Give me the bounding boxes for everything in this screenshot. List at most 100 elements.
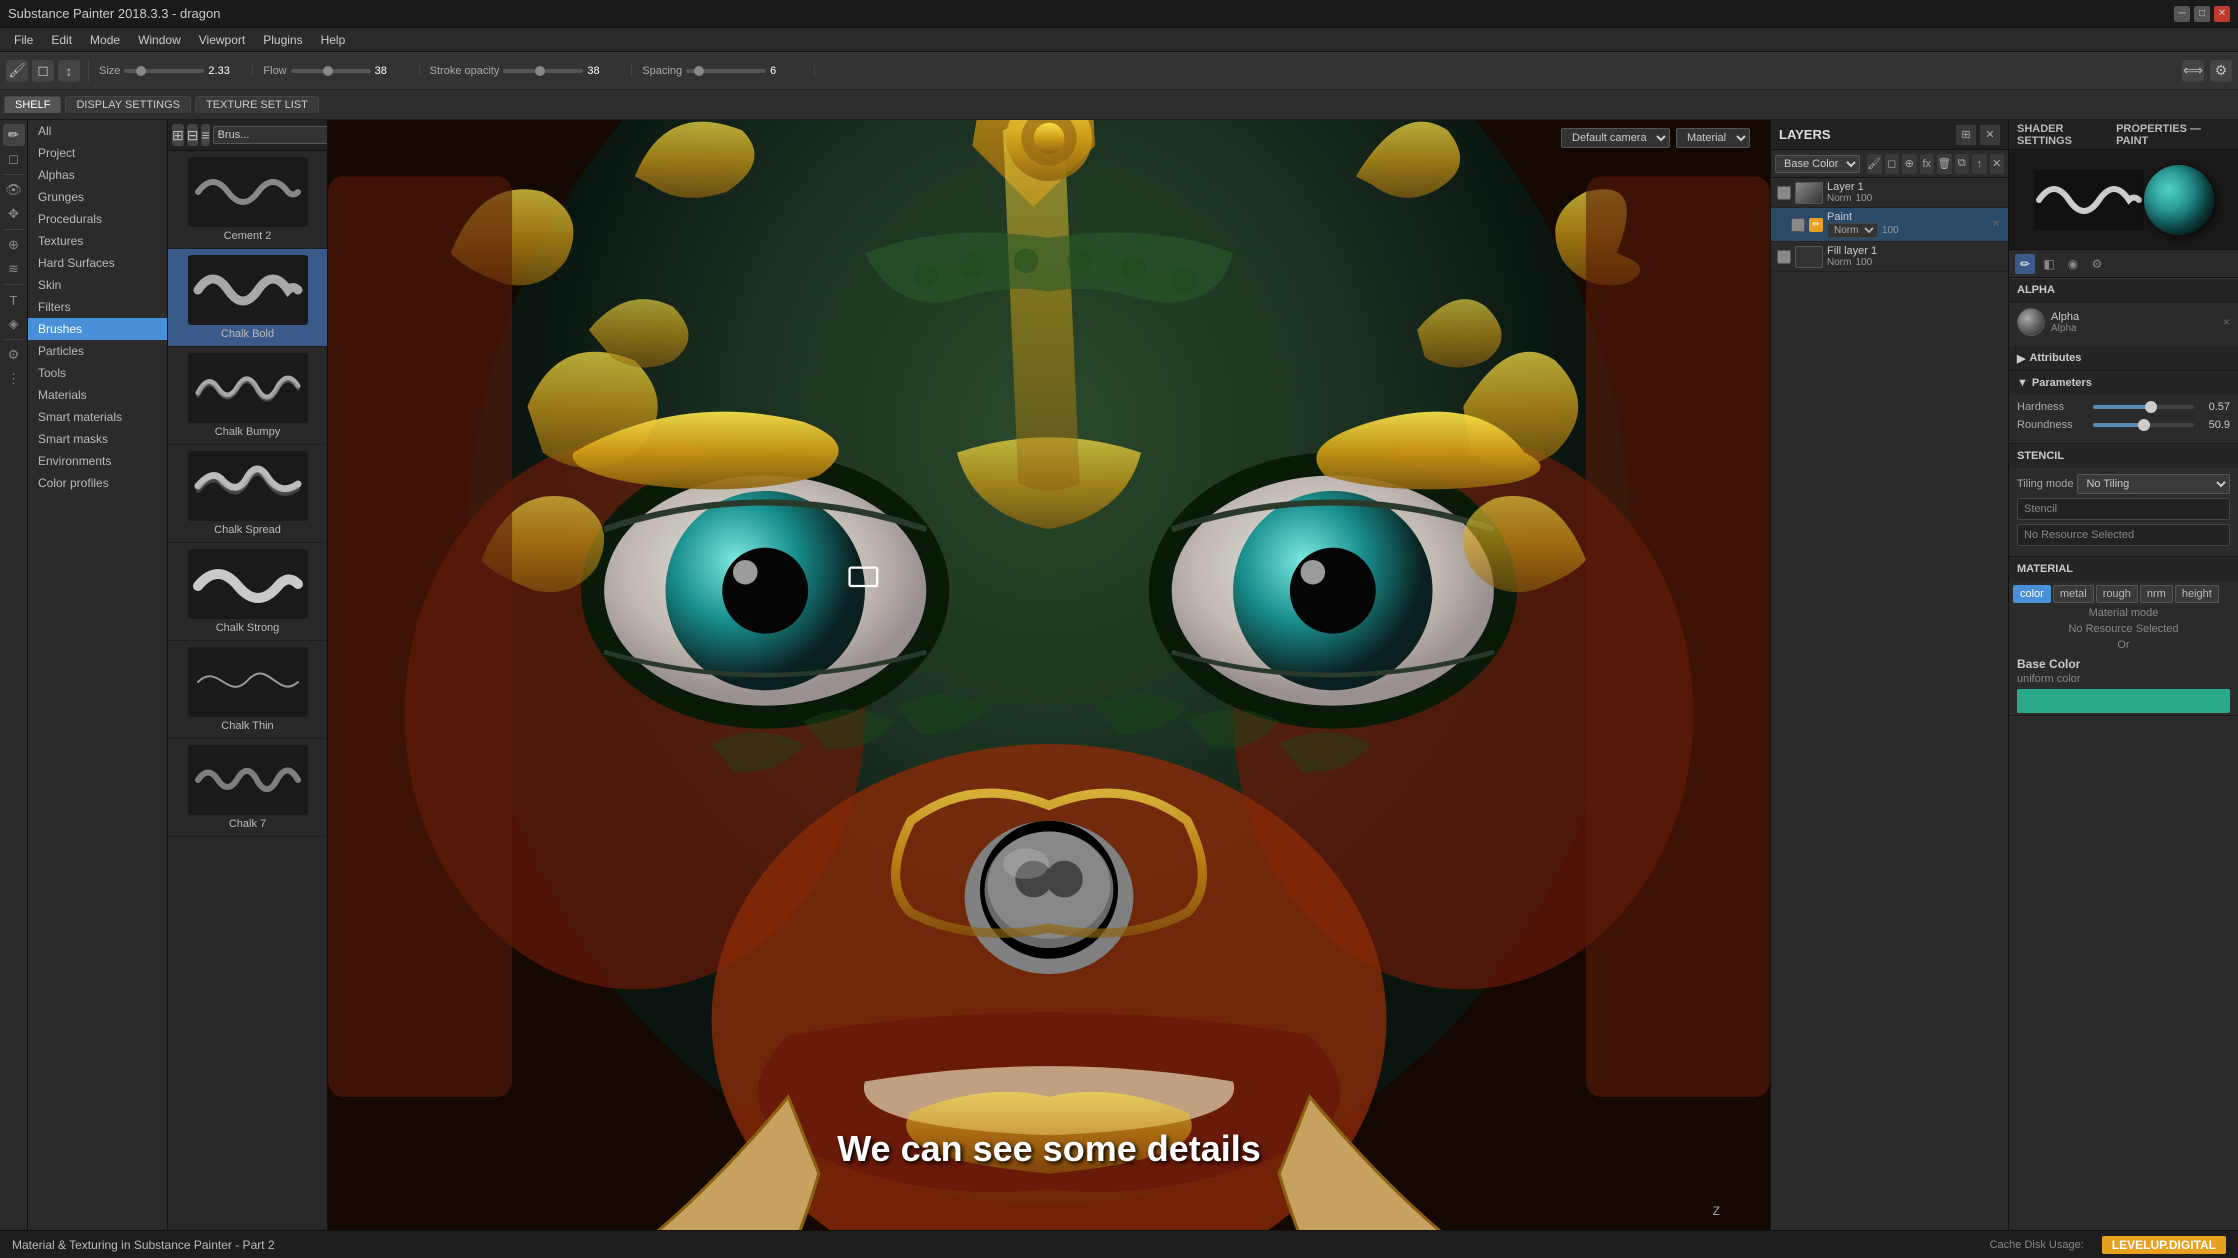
material-tab-rough[interactable]: rough — [2096, 585, 2138, 603]
menu-edit[interactable]: Edit — [43, 31, 80, 49]
asset-environments[interactable]: Environments — [28, 450, 167, 472]
settings-btn[interactable]: ⚙ — [3, 344, 25, 366]
asset-brushes[interactable]: Brushes — [28, 318, 167, 340]
layer-1-vis[interactable] — [1777, 186, 1791, 200]
parameters-header[interactable]: ▼ Parameters — [2009, 371, 2238, 395]
layer-trash-btn[interactable]: ✕ — [1990, 154, 2005, 174]
hardness-slider[interactable] — [2093, 405, 2194, 409]
color-swatch[interactable] — [2017, 689, 2230, 713]
size-slider[interactable] — [124, 69, 204, 73]
roundness-slider[interactable] — [2093, 423, 2194, 427]
stroke-slider[interactable] — [503, 69, 583, 73]
move-btn[interactable]: ✥ — [3, 203, 25, 225]
asset-materials[interactable]: Materials — [28, 384, 167, 406]
more-btn[interactable]: ⋮ — [3, 368, 25, 390]
paint-properties-icon[interactable]: ✏ — [2015, 254, 2035, 274]
asset-filters[interactable]: Filters — [28, 296, 167, 318]
layer-add-paint-btn[interactable]: 🖌 — [1867, 154, 1882, 174]
asset-tools[interactable]: Tools — [28, 362, 167, 384]
layer-fill-1[interactable]: Fill layer 1 Norm 100 — [1771, 242, 2008, 272]
stencil-header[interactable]: STENCIL — [2009, 444, 2238, 468]
spacing-slider[interactable] — [686, 69, 766, 73]
brush-chalk-bumpy[interactable]: Chalk Bumpy — [168, 347, 327, 445]
layer-add-fill-btn[interactable]: ◻ — [1885, 154, 1900, 174]
shelf-tab-display[interactable]: DISPLAY SETTINGS — [65, 96, 191, 113]
material-tab-nrm[interactable]: nrm — [2140, 585, 2173, 603]
layer-delete-btn[interactable]: 🗑 — [1937, 154, 1952, 174]
menu-window[interactable]: Window — [130, 31, 189, 49]
layer-fill-vis[interactable] — [1777, 250, 1791, 264]
minimize-btn[interactable]: ─ — [2174, 6, 2190, 22]
brush-chalk-spread[interactable]: Chalk Spread — [168, 445, 327, 543]
material-tab-height[interactable]: height — [2175, 585, 2219, 603]
options-icon[interactable]: ⚙ — [2210, 60, 2232, 82]
grid-icon[interactable]: ⊟ — [187, 124, 199, 146]
symmetry-icon[interactable]: ⟺ — [2182, 60, 2204, 82]
smudge-icon[interactable]: ↕ — [58, 60, 80, 82]
maximize-btn[interactable]: □ — [2194, 6, 2210, 22]
canvas-area[interactable]: We can see some details Default camera M… — [328, 120, 1770, 1230]
paint-brush-icon[interactable]: 🖌 — [6, 60, 28, 82]
layers-icon[interactable]: ◧ — [2039, 254, 2059, 274]
layer-channel-select[interactable]: Base Color — [1775, 155, 1860, 173]
asset-project[interactable]: Project — [28, 142, 167, 164]
layer-paint-vis[interactable] — [1791, 218, 1805, 232]
camera-dropdown[interactable]: Default camera — [1561, 128, 1670, 148]
asset-alphas[interactable]: Alphas — [28, 164, 167, 186]
attributes-header[interactable]: ▶ Attributes — [2009, 346, 2238, 370]
material-header[interactable]: MATERIAL — [2009, 557, 2238, 581]
layer-add-mask-btn[interactable]: ⊕ — [1902, 154, 1917, 174]
brush-chalk-7[interactable]: Chalk 7 — [168, 739, 327, 837]
layer-paint[interactable]: ✏ Paint Norm 100 ✕ — [1771, 208, 2008, 242]
settings-icon[interactable]: ⚙ — [2087, 254, 2107, 274]
layers-expand-btn[interactable]: ⊞ — [1956, 125, 1976, 145]
material-btn[interactable]: ◈ — [3, 313, 25, 335]
layer-move-up-btn[interactable]: ↑ — [1972, 154, 1987, 174]
brush-chalk-strong[interactable]: Chalk Strong — [168, 543, 327, 641]
tiling-dropdown[interactable]: No Tiling UV Wrap Mirror — [2077, 474, 2230, 494]
menu-viewport[interactable]: Viewport — [191, 31, 253, 49]
shelf-tab-shelf[interactable]: SHELF — [4, 96, 61, 113]
layers-close-btn[interactable]: ✕ — [1980, 125, 2000, 145]
layer-item-1[interactable]: Layer 1 Norm 100 — [1771, 178, 2008, 208]
layer-effect-btn[interactable]: fx — [1920, 154, 1935, 174]
brush-cement2[interactable]: Cement 2 — [168, 151, 327, 249]
asset-procedurals[interactable]: Procedurals — [28, 208, 167, 230]
asset-smart-materials[interactable]: Smart materials — [28, 406, 167, 428]
asset-smart-masks[interactable]: Smart masks — [28, 428, 167, 450]
menu-mode[interactable]: Mode — [82, 31, 128, 49]
smear-btn[interactable]: ≋ — [3, 258, 25, 280]
eraser-tool-btn[interactable]: ◻ — [3, 148, 25, 170]
eraser-icon[interactable]: ◻ — [32, 60, 54, 82]
brush-chalk-thin[interactable]: Chalk Thin — [168, 641, 327, 739]
menu-help[interactable]: Help — [313, 31, 354, 49]
asset-particles[interactable]: Particles — [28, 340, 167, 362]
asset-color-profiles[interactable]: Color profiles — [28, 472, 167, 494]
brush-chalk-bold[interactable]: Chalk Bold — [168, 249, 327, 347]
text-btn[interactable]: T — [3, 289, 25, 311]
asset-textures[interactable]: Textures — [28, 230, 167, 252]
menu-plugins[interactable]: Plugins — [255, 31, 310, 49]
menu-file[interactable]: File — [6, 31, 41, 49]
paint-tool-btn[interactable]: ✏ — [3, 124, 25, 146]
layer-duplicate-btn[interactable]: ⧉ — [1955, 154, 1970, 174]
shelf-tab-texture[interactable]: TEXTURE SET LIST — [195, 96, 319, 113]
asset-hard-surfaces[interactable]: Hard Surfaces — [28, 252, 167, 274]
flow-slider[interactable] — [291, 69, 371, 73]
brush-search-input[interactable] — [213, 126, 328, 144]
asset-grunges[interactable]: Grunges — [28, 186, 167, 208]
filter-icon[interactable]: ⊞ — [172, 124, 184, 146]
asset-all[interactable]: All — [28, 120, 167, 142]
alpha-close-btn[interactable]: × — [2223, 315, 2230, 329]
display-icon[interactable]: ◉ — [2063, 254, 2083, 274]
close-btn[interactable]: ✕ — [2214, 6, 2230, 22]
material-tab-color[interactable]: color — [2013, 585, 2051, 603]
list-icon[interactable]: ≡ — [201, 124, 209, 146]
asset-skin[interactable]: Skin — [28, 274, 167, 296]
layer-paint-mode-select[interactable]: Norm — [1827, 223, 1878, 238]
material-dropdown[interactable]: Material — [1676, 128, 1750, 148]
material-tab-metal[interactable]: metal — [2053, 585, 2094, 603]
clone-btn[interactable]: ⊕ — [3, 234, 25, 256]
layer-paint-close[interactable]: ✕ — [1990, 219, 2002, 231]
view-btn[interactable]: 👁 — [3, 179, 25, 201]
